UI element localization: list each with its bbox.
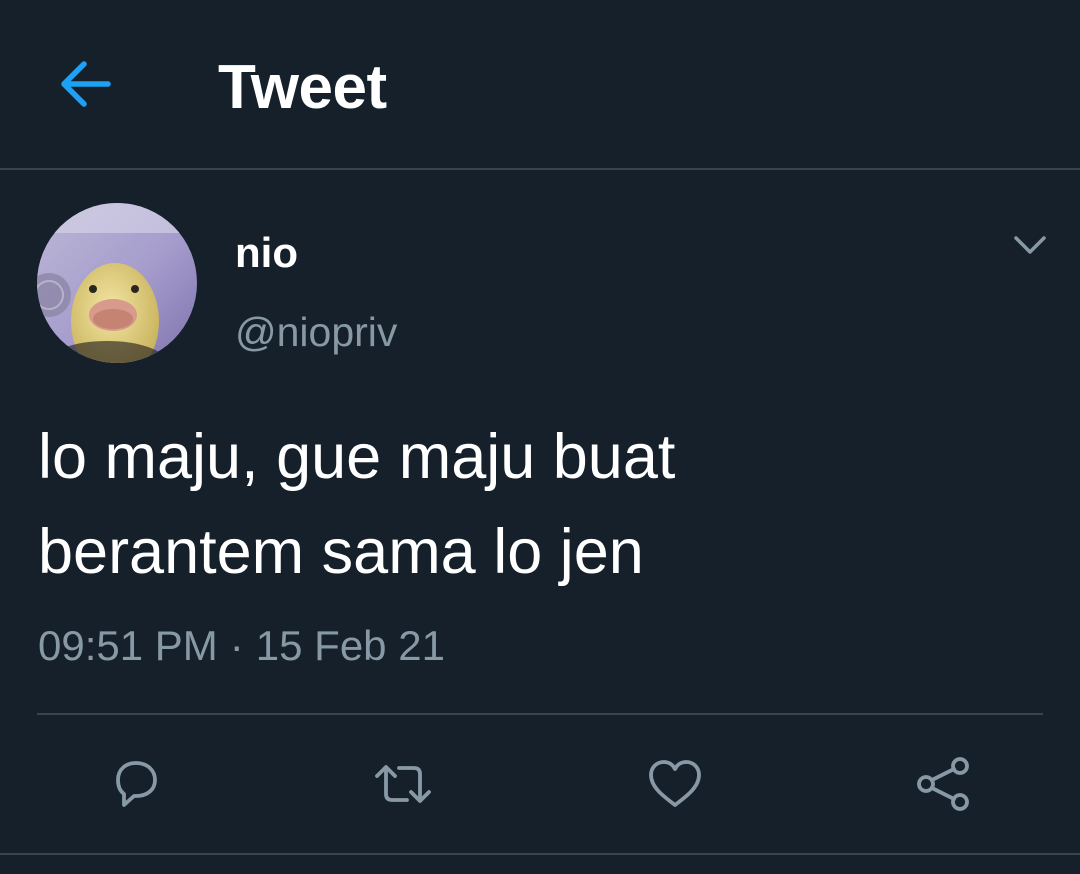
- back-arrow-icon: [61, 61, 111, 107]
- divider: [0, 853, 1080, 855]
- author-display-name[interactable]: nio: [235, 228, 298, 278]
- tweet-date: 15 Feb 21: [255, 622, 445, 669]
- meta-separator: ·: [229, 622, 244, 669]
- tweet-timestamp: 09:51 PM · 15 Feb 21: [38, 618, 445, 674]
- share-button[interactable]: [912, 752, 976, 816]
- action-bar: [0, 740, 1080, 830]
- like-button[interactable]: [643, 752, 707, 816]
- top-bar: Tweet: [0, 0, 1080, 170]
- avatar[interactable]: [37, 203, 197, 363]
- reply-button[interactable]: [104, 752, 168, 816]
- more-options-button[interactable]: [1008, 228, 1052, 264]
- author-handle[interactable]: @niopriv: [235, 307, 397, 357]
- tweet-time: 09:51 PM: [38, 622, 218, 669]
- chevron-down-icon: [1014, 236, 1046, 254]
- reply-icon: [116, 761, 157, 807]
- retweet-icon: [375, 765, 431, 803]
- tweet-text: lo maju, gue maju buat berantem sama lo …: [38, 422, 676, 587]
- page-title: Tweet: [218, 53, 387, 122]
- back-button[interactable]: [50, 54, 120, 114]
- share-icon: [917, 757, 969, 811]
- retweet-button[interactable]: [371, 752, 435, 816]
- duck-avatar-icon: [37, 203, 197, 363]
- tweet-detail-screen: Tweet nio @niopriv lo maju, gue maju bua…: [0, 0, 1080, 874]
- heart-icon: [649, 760, 701, 807]
- divider: [37, 713, 1043, 715]
